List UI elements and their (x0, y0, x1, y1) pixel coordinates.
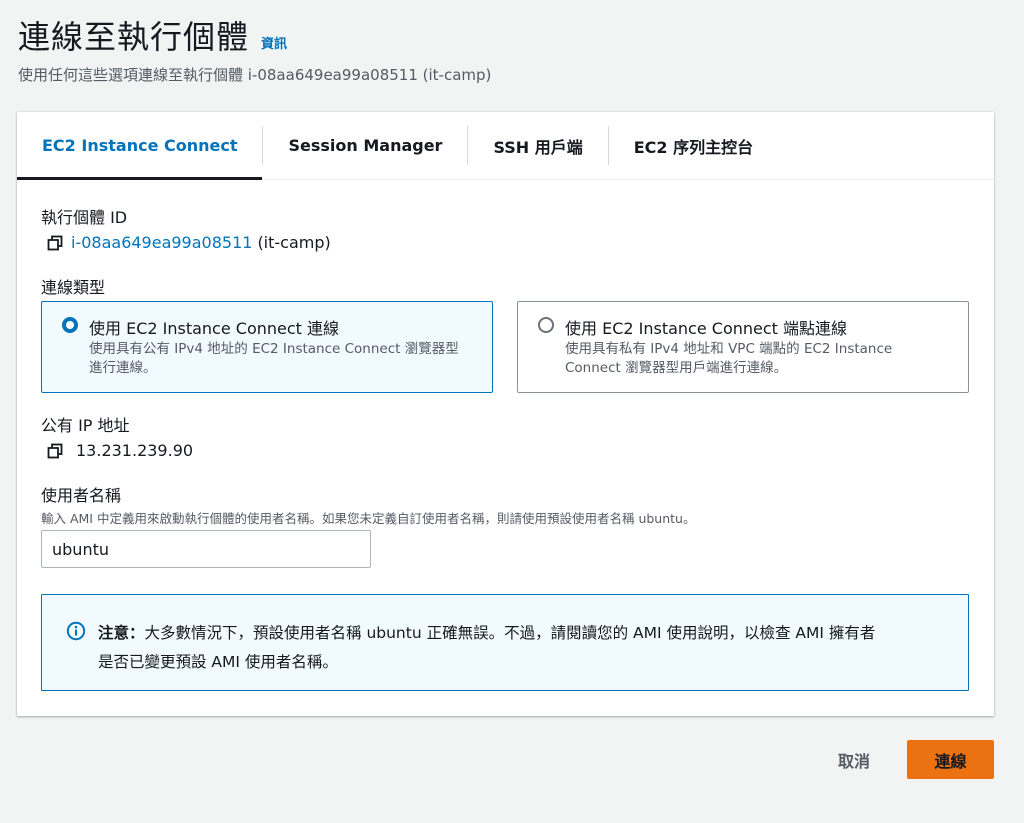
tab-ec2-instance-connect[interactable]: EC2 Instance Connect (17, 112, 263, 180)
instance-id-row: i-08aa649ea99a08511 (it-camp) (47, 233, 331, 252)
option-description-line: 使用具有私有 IPv4 地址和 VPC 端點的 EC2 Instance (565, 341, 893, 357)
tab-bar: EC2 Instance Connect Session Manager SSH… (17, 112, 994, 180)
page-title: 連線至執行個體 (18, 18, 250, 56)
username-input[interactable] (41, 530, 371, 568)
username-hint: 輸入 AMI 中定義用來啟動執行個體的使用者名稱。如果您未定義自訂使用者名稱，則… (41, 511, 696, 526)
option-title: 使用 EC2 Instance Connect 端點連線 (565, 319, 848, 338)
info-link[interactable]: 資訊 (261, 33, 287, 52)
public-ip-label: 公有 IP 地址 (41, 416, 130, 435)
tab-session-manager[interactable]: Session Manager (263, 112, 467, 179)
option-ec2-instance-connect-endpoint[interactable]: 使用 EC2 Instance Connect 端點連線 使用具有私有 IPv4… (517, 301, 969, 393)
alert-bold-label: 注意： (98, 624, 145, 642)
connect-panel: EC2 Instance Connect Session Manager SSH… (17, 112, 994, 716)
instance-name: (it-camp) (257, 233, 331, 252)
page-title-row: 連線至執行個體 資訊 (18, 12, 287, 58)
option-description-line: 使用具有公有 IPv4 地址的 EC2 Instance Connect 瀏覽器… (89, 341, 459, 357)
option-description-line: Connect 瀏覽器型用戶端進行連線。 (565, 360, 788, 376)
instance-id-link[interactable]: i-08aa649ea99a08511 (71, 233, 252, 252)
cancel-button[interactable]: 取消 (824, 741, 884, 779)
option-ec2-instance-connect[interactable]: 使用 EC2 Instance Connect 連線 使用具有公有 IPv4 地… (41, 301, 493, 393)
alert-message: 注意：大多數情況下，預設使用者名稱 ubuntu 正確無誤。不過，請閱讀您的 A… (98, 619, 958, 677)
connection-type-label: 連線類型 (41, 278, 106, 297)
copy-icon[interactable] (47, 235, 63, 251)
option-description-line: 進行連線。 (89, 360, 157, 376)
tab-serial-console[interactable]: EC2 序列主控台 (609, 112, 778, 179)
instance-id-label: 執行個體 ID (41, 208, 128, 227)
copy-icon[interactable] (47, 443, 63, 459)
radio-selected[interactable] (62, 317, 78, 333)
public-ip-row: 13.231.239.90 (47, 441, 193, 460)
tab-ssh-client[interactable]: SSH 用戶端 (468, 112, 607, 179)
option-title: 使用 EC2 Instance Connect 連線 (89, 319, 340, 338)
option-description: 使用具有公有 IPv4 地址的 EC2 Instance Connect 瀏覽器… (89, 340, 459, 378)
username-label: 使用者名稱 (41, 486, 122, 505)
page-description: 使用任何這些選項連線至執行個體 i-08aa649ea99a08511 (it-… (18, 66, 492, 84)
connect-button[interactable]: 連線 (907, 740, 994, 779)
alert-line: 是否已變更預設 AMI 使用者名稱。 (98, 653, 338, 671)
info-icon (66, 621, 86, 641)
info-alert: 注意：大多數情況下，預設使用者名稱 ubuntu 正確無誤。不過，請閱讀您的 A… (41, 594, 969, 691)
alert-line: 大多數情況下，預設使用者名稱 ubuntu 正確無誤。不過，請閱讀您的 AMI … (144, 624, 876, 642)
radio-unselected[interactable] (538, 317, 554, 333)
public-ip-value: 13.231.239.90 (76, 441, 194, 460)
option-description: 使用具有私有 IPv4 地址和 VPC 端點的 EC2 Instance Con… (565, 340, 892, 378)
